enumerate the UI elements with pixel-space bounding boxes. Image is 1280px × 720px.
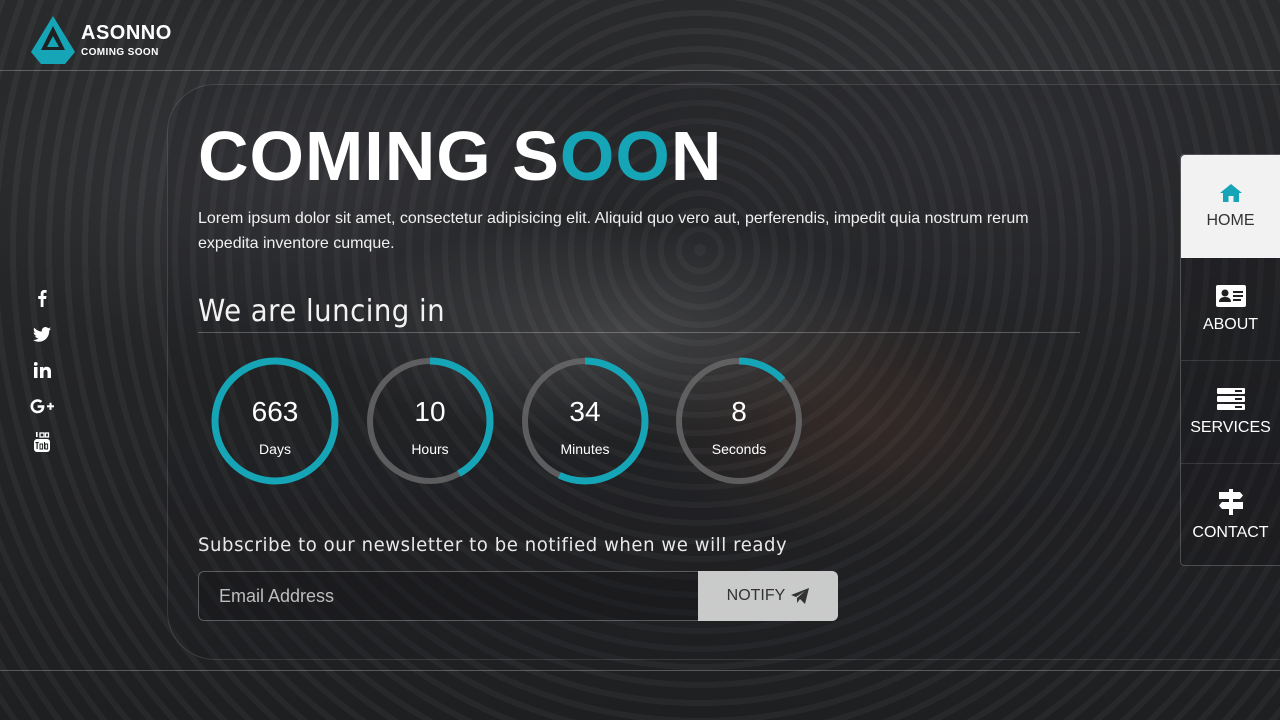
countdown-label: Hours: [411, 441, 449, 457]
nav-item-contact[interactable]: CONTACT: [1181, 464, 1280, 567]
id-card-icon: [1215, 284, 1246, 307]
signpost-icon: [1218, 489, 1243, 515]
social-links: [30, 280, 54, 460]
launch-heading: We are luncing in: [198, 294, 446, 329]
title-part-1: COMING S: [198, 117, 560, 195]
divider: [198, 332, 1080, 333]
countdown-days: 663 Days: [208, 354, 342, 488]
countdown-value: 8: [731, 396, 747, 427]
countdown-label: Minutes: [560, 441, 610, 457]
home-icon: [1219, 183, 1242, 202]
nav-item-home[interactable]: HOME: [1181, 155, 1280, 258]
linkedin-icon: [33, 362, 51, 378]
countdown-seconds: 8 Seconds: [672, 354, 806, 488]
countdown-minutes: 34 Minutes: [518, 354, 652, 488]
nav-item-services[interactable]: SERVICES: [1181, 361, 1280, 464]
facebook-link[interactable]: [30, 280, 54, 316]
countdown-value: 34: [569, 396, 601, 427]
brand-tagline: COMING SOON: [81, 47, 159, 58]
twitter-icon: [33, 326, 51, 342]
nav-item-label: CONTACT: [1192, 524, 1269, 541]
notify-button-label: NOTIFY: [726, 587, 786, 604]
youtube-link[interactable]: [30, 424, 54, 460]
twitter-link[interactable]: [30, 316, 54, 352]
countdown: 663 Days 10 Hours 34 Minutes 8 Seconds: [208, 354, 818, 488]
notify-button[interactable]: NOTIFY: [698, 571, 838, 621]
logo-mark-icon: [31, 16, 75, 64]
logo[interactable]: ASONNO COMING SOON: [29, 14, 172, 66]
nav-item-label: ABOUT: [1202, 315, 1259, 333]
nav-item-about[interactable]: ABOUT: [1181, 258, 1280, 361]
brand-name: ASONNO: [81, 22, 172, 44]
nav-item-label: HOME: [1206, 211, 1255, 229]
google-plus-link[interactable]: [30, 388, 54, 424]
countdown-value: 663: [251, 396, 299, 427]
header: ASONNO COMING SOON: [0, 0, 1280, 71]
page-title: COMING SOON: [198, 116, 722, 196]
youtube-icon: [34, 432, 50, 452]
facebook-icon: [38, 290, 47, 307]
nav-item-label: SERVICES: [1190, 418, 1271, 436]
title-part-2: N: [670, 117, 723, 195]
countdown-hours: 10 Hours: [363, 354, 497, 488]
side-nav: HOME ABOUT SERVICES CONTACT: [1180, 154, 1280, 566]
email-input[interactable]: [198, 571, 698, 621]
linkedin-link[interactable]: [30, 352, 54, 388]
logo-text: ASONNO COMING SOON: [81, 22, 172, 58]
title-accent: OO: [559, 117, 671, 195]
hero-description: Lorem ipsum dolor sit amet, consectetur …: [198, 210, 1029, 252]
countdown-label: Seconds: [711, 441, 767, 457]
newsletter-heading: Subscribe to our newsletter to be notifi…: [198, 534, 788, 556]
footer-divider: [0, 670, 1280, 671]
google-plus-icon: [30, 398, 54, 413]
countdown-label: Days: [259, 441, 291, 457]
paper-plane-icon: [791, 588, 810, 604]
server-icon: [1216, 387, 1245, 410]
countdown-value: 10: [414, 396, 446, 427]
